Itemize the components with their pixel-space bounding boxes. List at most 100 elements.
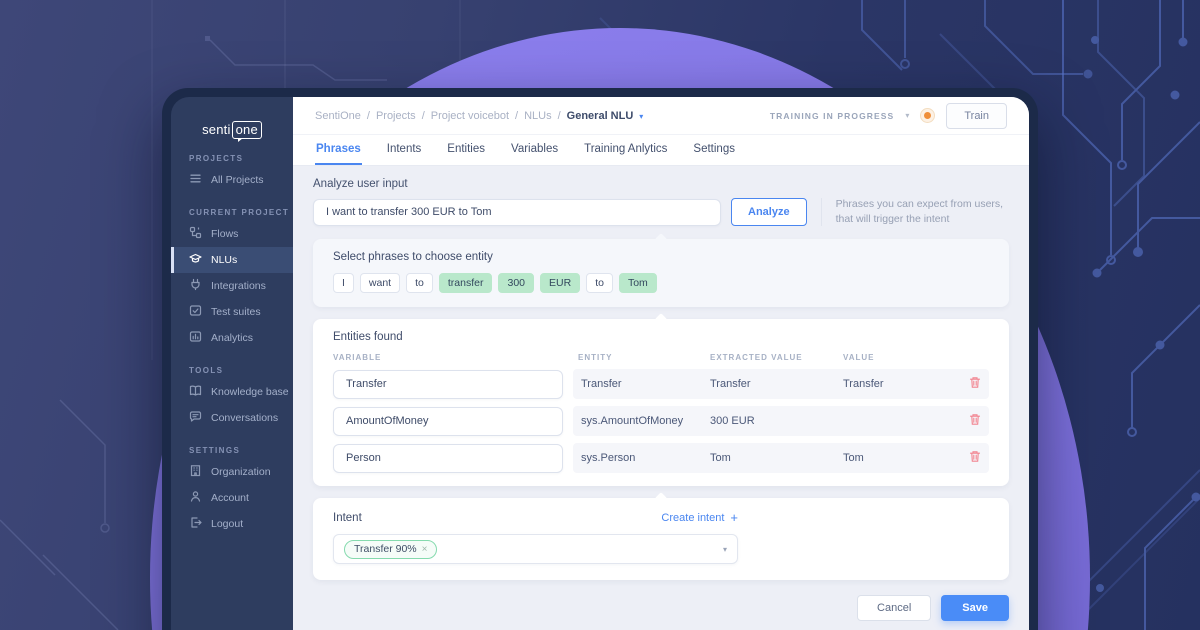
remove-tag-icon[interactable]: × [422, 544, 428, 555]
tab-training-analytics[interactable]: Training Anlytics [583, 135, 668, 165]
variable-name-input[interactable] [333, 444, 563, 473]
phrase-token[interactable]: I [333, 273, 354, 293]
sidebar: sentione PROJECTS All Projects CURRENT P… [171, 97, 293, 630]
sentione-logo: sentione [171, 121, 293, 139]
trash-icon [969, 376, 981, 392]
phrase-token-highlighted[interactable]: EUR [540, 273, 580, 293]
tab-phrases[interactable]: Phrases [315, 135, 362, 165]
intent-select-dropdown[interactable]: Transfer 90% × ▾ [333, 534, 738, 564]
phrase-token-highlighted[interactable]: transfer [439, 273, 493, 293]
tab-bar: Phrases Intents Entities Variables Train… [293, 135, 1029, 166]
extracted-value-cell: Transfer [710, 378, 843, 390]
chevron-down-icon[interactable]: ▾ [639, 112, 643, 121]
sidebar-item-account[interactable]: Account [171, 485, 293, 511]
sidebar-item-flows[interactable]: Flows [171, 221, 293, 247]
breadcrumb-general-nlu[interactable]: General NLU [567, 110, 634, 122]
sidebar-item-label: Conversations [211, 412, 278, 424]
breadcrumb-projects[interactable]: Projects [376, 110, 416, 122]
cancel-button[interactable]: Cancel [857, 595, 931, 621]
extracted-value-cell: 300 EUR [710, 415, 843, 427]
intent-card: Intent Create intent + Transfer 90% × [313, 498, 1009, 580]
chevron-down-icon[interactable]: ▾ [905, 111, 909, 120]
create-intent-label: Create intent [661, 512, 724, 524]
sidebar-item-logout[interactable]: Logout [171, 511, 293, 537]
entity-cell: Transfer [581, 378, 710, 390]
sidebar-item-nlus[interactable]: NLUs [171, 247, 293, 273]
create-intent-link[interactable]: Create intent + [661, 510, 738, 525]
sidebar-item-test-suites[interactable]: Test suites [171, 299, 293, 325]
chat-icon [189, 410, 202, 426]
training-status-label[interactable]: TRAINING IN PROGRESS [770, 111, 894, 121]
tab-variables[interactable]: Variables [510, 135, 559, 165]
phrase-token-highlighted[interactable]: Tom [619, 273, 657, 293]
sidebar-item-integrations[interactable]: Integrations [171, 273, 293, 299]
tab-entities[interactable]: Entities [446, 135, 486, 165]
row-values: sys.AmountOfMoney 300 EUR [573, 406, 989, 436]
breadcrumb-separator: / [515, 110, 518, 122]
token-list: I want to transfer 300 EUR to Tom [333, 273, 989, 293]
sidebar-item-all-projects[interactable]: All Projects [171, 167, 293, 193]
topbar-right: TRAINING IN PROGRESS ▾ Train [770, 103, 1007, 129]
hint-line-1: Phrases you can expect from users, [836, 197, 1004, 212]
variable-name-input[interactable] [333, 370, 563, 399]
value-cell: Transfer [843, 378, 969, 390]
sidebar-item-label: Test suites [211, 306, 261, 318]
column-header-extracted-value: EXTRACTED VALUE [710, 353, 843, 362]
entities-found-card: Entities found VARIABLE ENTITY EXTRACTED… [313, 319, 1009, 486]
tab-intents[interactable]: Intents [386, 135, 423, 165]
table-row: sys.Person Tom Tom [333, 443, 989, 473]
analyze-hint-text: Phrases you can expect from users, that … [836, 197, 1004, 227]
sidebar-item-conversations[interactable]: Conversations [171, 405, 293, 431]
row-values: sys.Person Tom Tom [573, 443, 989, 473]
book-icon [189, 384, 202, 400]
trash-icon [969, 413, 981, 429]
sidebar-item-analytics[interactable]: Analytics [171, 325, 293, 351]
breadcrumb-sentione[interactable]: SentiOne [315, 110, 361, 122]
selected-intent-tag: Transfer 90% × [344, 540, 437, 559]
train-button[interactable]: Train [946, 103, 1007, 129]
bar-chart-icon [189, 330, 202, 346]
plug-icon [189, 278, 202, 294]
delete-row-button[interactable] [969, 413, 981, 429]
intent-title: Intent [333, 512, 362, 524]
variable-name-input[interactable] [333, 407, 563, 436]
breadcrumb-separator: / [422, 110, 425, 122]
phrase-token[interactable]: want [360, 273, 400, 293]
phrase-token-highlighted[interactable]: 300 [498, 273, 534, 293]
column-header-entity: ENTITY [578, 353, 710, 362]
sidebar-item-label: Logout [211, 518, 243, 530]
graduation-cap-icon [189, 252, 202, 268]
breadcrumb: SentiOne / Projects / Project voicebot /… [315, 110, 643, 122]
analyze-button[interactable]: Analyze [731, 198, 807, 226]
sidebar-item-label: All Projects [211, 174, 264, 186]
phrase-token[interactable]: to [406, 273, 433, 293]
plus-icon: + [730, 510, 738, 525]
sidebar-item-organization[interactable]: Organization [171, 459, 293, 485]
column-header-variable: VARIABLE [333, 353, 578, 362]
breadcrumb-project-voicebot[interactable]: Project voicebot [431, 110, 509, 122]
phrase-token[interactable]: to [586, 273, 613, 293]
sidebar-section-current-project: CURRENT PROJECT [189, 208, 293, 217]
logout-icon [189, 516, 202, 532]
vertical-divider [821, 198, 822, 226]
sidebar-section-settings: SETTINGS [189, 446, 293, 455]
checklist-icon [189, 304, 202, 320]
sidebar-item-knowledge-base[interactable]: Knowledge base [171, 379, 293, 405]
phrase-selection-title: Select phrases to choose entity [333, 251, 989, 263]
breadcrumb-separator: / [367, 110, 370, 122]
delete-row-button[interactable] [969, 376, 981, 392]
delete-row-button[interactable] [969, 450, 981, 466]
trash-icon [969, 450, 981, 466]
tab-settings[interactable]: Settings [692, 135, 736, 165]
analyze-user-input[interactable] [313, 199, 721, 226]
sidebar-item-label: Account [211, 492, 249, 504]
entity-cell: sys.Person [581, 452, 710, 464]
logo-text-suffix: one [232, 121, 262, 139]
sidebar-item-label: Organization [211, 466, 271, 478]
save-button[interactable]: Save [941, 595, 1009, 621]
sidebar-item-label: Flows [211, 228, 238, 240]
user-icon [189, 490, 202, 506]
entities-table-header: VARIABLE ENTITY EXTRACTED VALUE VALUE [333, 353, 989, 362]
value-cell: Tom [843, 452, 969, 464]
breadcrumb-nlus[interactable]: NLUs [524, 110, 552, 122]
